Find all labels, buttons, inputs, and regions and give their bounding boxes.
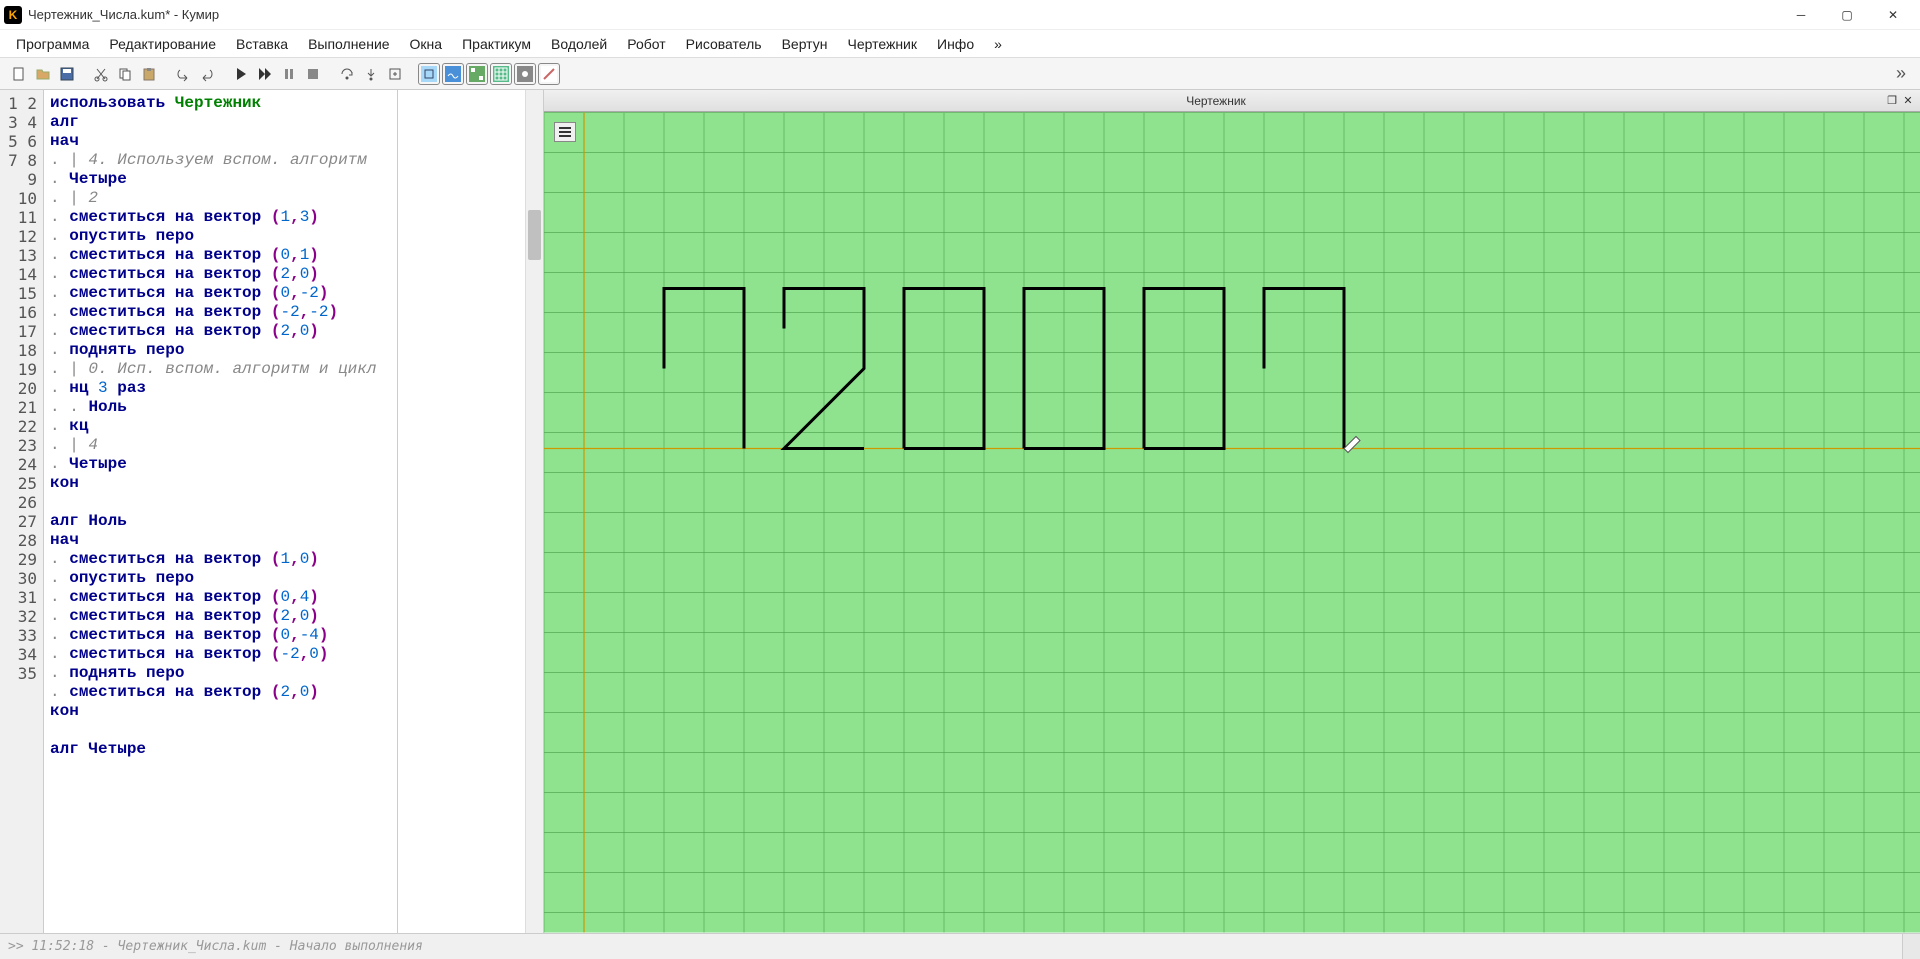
app-icon: K	[4, 6, 22, 24]
canvas-menu-icon[interactable]	[554, 122, 576, 142]
line-gutter: 1 2 3 4 5 6 7 8 9 10 11 12 13 14 15 16 1…	[0, 90, 44, 933]
redo-icon[interactable]	[196, 63, 218, 85]
menu-item[interactable]: Инфо	[929, 32, 982, 56]
actor-4-icon[interactable]	[490, 63, 512, 85]
status-text: >> 11:52:18 - Чертежник_Числа.kum - Нача…	[8, 939, 423, 954]
window-title: Чертежник_Числа.kum* - Кумир	[28, 7, 1778, 22]
menu-item[interactable]: Вставка	[228, 32, 296, 56]
status-scrollbar[interactable]	[1902, 934, 1920, 959]
menu-item[interactable]: Окна	[402, 32, 451, 56]
pause-icon[interactable]	[278, 63, 300, 85]
title-bar: K Чертежник_Числа.kum* - Кумир ─ ▢ ✕	[0, 0, 1920, 30]
run-icon[interactable]	[230, 63, 252, 85]
run-fast-icon[interactable]	[254, 63, 276, 85]
canvas-restore-icon[interactable]: ❐	[1884, 93, 1900, 109]
actor-6-icon[interactable]	[538, 63, 560, 85]
canvas-close-icon[interactable]: ✕	[1900, 93, 1916, 109]
step-into-icon[interactable]	[360, 63, 382, 85]
undo-icon[interactable]	[172, 63, 194, 85]
step-out-icon[interactable]	[384, 63, 406, 85]
actor-3-icon[interactable]	[466, 63, 488, 85]
menu-item[interactable]: Вертун	[774, 32, 836, 56]
new-file-icon[interactable]	[8, 63, 30, 85]
editor-margin	[397, 90, 525, 933]
menu-item[interactable]: Редактирование	[101, 32, 224, 56]
canvas-body[interactable]	[544, 112, 1920, 933]
code-editor[interactable]: использовать Чертежникалгнач. | 4. Испол…	[44, 90, 397, 933]
menu-item[interactable]: Программа	[8, 32, 97, 56]
menu-item[interactable]: Рисователь	[678, 32, 770, 56]
menu-item[interactable]: »	[986, 32, 1010, 56]
scroll-thumb[interactable]	[528, 210, 541, 260]
menu-bar: ПрограммаРедактированиеВставкаВыполнение…	[0, 30, 1920, 58]
menu-item[interactable]: Практикум	[454, 32, 539, 56]
menu-item[interactable]: Водолей	[543, 32, 615, 56]
actor-1-icon[interactable]	[418, 63, 440, 85]
stop-icon[interactable]	[302, 63, 324, 85]
menu-item[interactable]: Робот	[619, 32, 673, 56]
close-button[interactable]: ✕	[1870, 0, 1916, 30]
status-bar: >> 11:52:18 - Чертежник_Числа.kum - Нача…	[0, 933, 1920, 959]
step-over-icon[interactable]	[336, 63, 358, 85]
copy-icon[interactable]	[114, 63, 136, 85]
toolbar-overflow[interactable]: »	[1890, 63, 1912, 84]
editor-pane: 1 2 3 4 5 6 7 8 9 10 11 12 13 14 15 16 1…	[0, 90, 544, 933]
drawing-canvas	[544, 112, 1920, 933]
menu-item[interactable]: Выполнение	[300, 32, 397, 56]
menu-item[interactable]: Чертежник	[839, 32, 925, 56]
minimize-button[interactable]: ─	[1778, 0, 1824, 30]
open-file-icon[interactable]	[32, 63, 54, 85]
paste-icon[interactable]	[138, 63, 160, 85]
toolbar: »	[0, 58, 1920, 90]
save-file-icon[interactable]	[56, 63, 78, 85]
maximize-button[interactable]: ▢	[1824, 0, 1870, 30]
main-area: 1 2 3 4 5 6 7 8 9 10 11 12 13 14 15 16 1…	[0, 90, 1920, 933]
canvas-title-label: Чертежник	[548, 94, 1884, 108]
actor-5-icon[interactable]	[514, 63, 536, 85]
editor-scrollbar[interactable]	[525, 90, 543, 933]
canvas-titlebar: Чертежник ❐ ✕	[544, 90, 1920, 112]
actor-2-icon[interactable]	[442, 63, 464, 85]
cut-icon[interactable]	[90, 63, 112, 85]
canvas-pane: Чертежник ❐ ✕	[544, 90, 1920, 933]
